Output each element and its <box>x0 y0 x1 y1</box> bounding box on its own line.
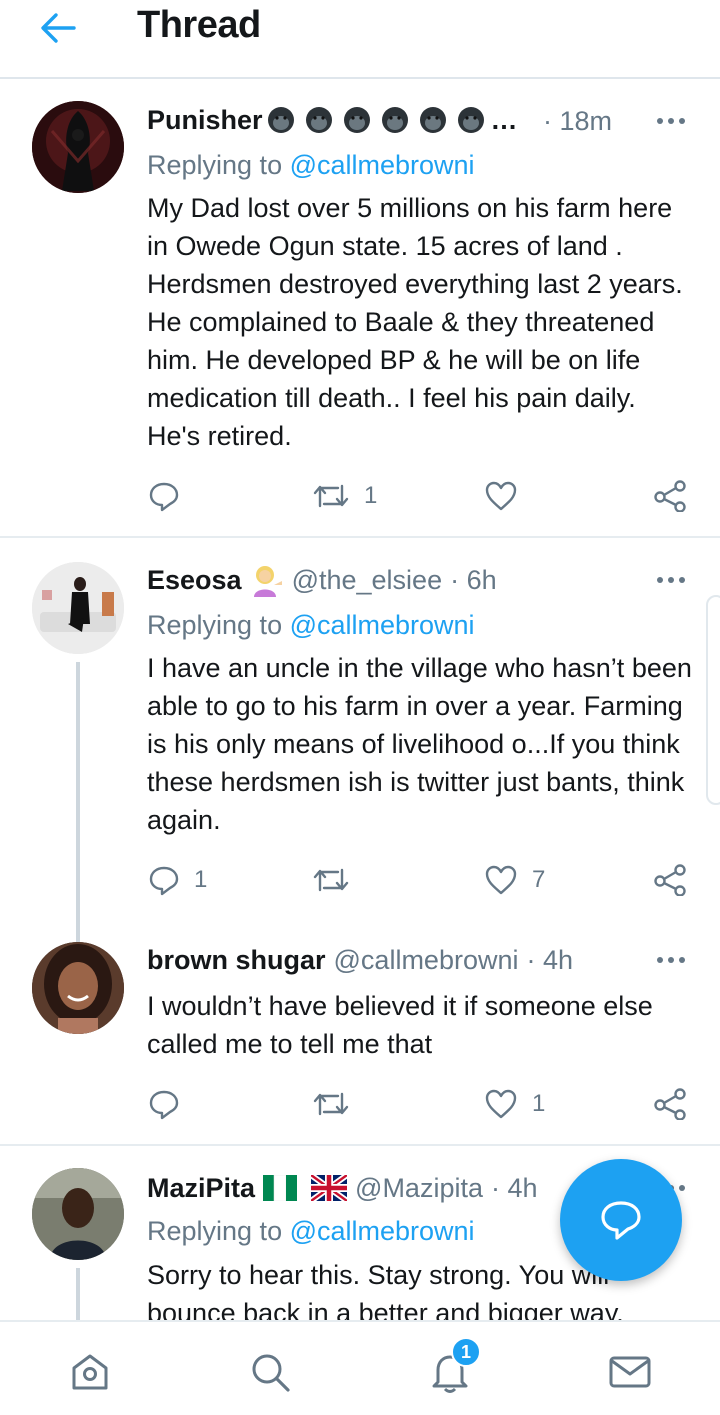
more-options-icon[interactable] <box>655 954 687 966</box>
share-icon <box>654 480 686 512</box>
share-icon <box>654 1088 686 1120</box>
divider <box>0 1144 720 1146</box>
retweet-button[interactable]: 1 <box>312 476 377 516</box>
gorilla-emoji-row <box>263 106 485 134</box>
nigeria-flag-icon <box>263 1175 298 1201</box>
heart-icon <box>485 481 517 511</box>
share-icon <box>654 864 686 896</box>
arrow-left-icon[interactable] <box>38 10 78 46</box>
notification-badge: 1 <box>451 1337 481 1367</box>
divider <box>0 536 720 538</box>
tweet-text: I wouldn’t have believed it if someone e… <box>147 991 653 1059</box>
gorilla-icon <box>343 107 370 133</box>
display-name[interactable]: Punisher <box>147 105 263 136</box>
reply-count: 1 <box>194 866 208 893</box>
page-title: Thread <box>137 4 261 46</box>
tweet-actions: 1 <box>0 1084 720 1124</box>
edge-scroll-tab[interactable] <box>706 595 720 805</box>
share-button[interactable] <box>653 476 687 516</box>
reply-bubble-icon <box>601 1201 641 1240</box>
reply-button[interactable]: 1 <box>148 860 207 900</box>
search-icon[interactable] <box>248 1350 292 1394</box>
like-count: 1 <box>532 1090 546 1117</box>
tweet-actions: 1 7 <box>0 860 720 900</box>
gorilla-icon <box>419 107 446 133</box>
retweet-icon <box>313 1092 349 1116</box>
uk-flag-icon <box>311 1175 348 1201</box>
more-options-icon[interactable] <box>655 115 687 127</box>
avatar[interactable] <box>32 942 124 1034</box>
gorilla-icon <box>457 107 484 133</box>
display-name[interactable]: Eseosa <box>147 565 242 596</box>
avatar[interactable] <box>32 1168 124 1260</box>
woman-tipping-hand-emoji-icon <box>253 566 282 597</box>
compose-reply-button[interactable] <box>560 1159 682 1281</box>
avatar[interactable] <box>32 562 124 654</box>
timestamp[interactable]: · 6h <box>450 565 497 596</box>
heart-icon <box>485 1089 517 1119</box>
like-button[interactable]: 7 <box>484 860 545 900</box>
name-ellipsis: … <box>490 104 518 135</box>
tweet-header: Punisher … <box>147 100 518 140</box>
timestamp[interactable]: · 4h <box>526 945 573 976</box>
heart-icon <box>485 865 517 895</box>
retweet-icon <box>313 868 349 892</box>
messages-icon[interactable] <box>608 1350 652 1394</box>
reply-button[interactable] <box>148 1084 180 1124</box>
reply-icon <box>149 482 179 512</box>
tweet-header: MaziPita @Mazipita · 4h <box>147 1168 538 1208</box>
timestamp[interactable]: · 4h <box>491 1173 538 1204</box>
gorilla-icon <box>267 107 294 133</box>
gorilla-icon <box>305 107 332 133</box>
replying-to: Replying to @callmebrowni <box>147 610 475 641</box>
like-count: 7 <box>532 866 546 893</box>
retweet-count: 1 <box>364 482 378 509</box>
replying-to-prefix: Replying to <box>147 150 290 180</box>
user-handle[interactable]: @Mazipita <box>355 1173 483 1204</box>
home-icon[interactable] <box>68 1350 112 1394</box>
like-button[interactable] <box>484 476 518 516</box>
user-handle[interactable]: @callmebrowni <box>334 945 519 976</box>
mention-link[interactable]: @callmebrowni <box>290 150 475 180</box>
retweet-icon <box>313 484 349 508</box>
timestamp[interactable]: · 18m <box>543 106 612 137</box>
user-handle[interactable]: @the_elsiee <box>292 565 443 596</box>
retweet-button[interactable] <box>312 860 350 900</box>
like-button[interactable]: 1 <box>484 1084 545 1124</box>
thread-feed[interactable]: Punisher … · 18m Replying to @callmebrow… <box>0 80 720 1320</box>
tweet-header: brown shugar @callmebrowni · 4h <box>147 940 573 980</box>
tweet-header: Eseosa @the_elsiee · 6h <box>147 560 497 600</box>
avatar[interactable] <box>32 101 124 193</box>
display-name[interactable]: MaziPita <box>147 1173 255 1204</box>
reply-icon <box>149 866 179 896</box>
tweet-text: My Dad lost over 5 millions on his farm … <box>147 193 683 451</box>
replying-to-prefix: Replying to <box>147 1216 290 1246</box>
display-name[interactable]: brown shugar <box>147 945 326 976</box>
mention-link[interactable]: @callmebrowni <box>290 610 475 640</box>
top-bar: Thread <box>0 0 720 79</box>
mention-link[interactable]: @callmebrowni <box>290 1216 475 1246</box>
bottom-navigation <box>0 1320 720 1415</box>
retweet-button[interactable] <box>312 1084 350 1124</box>
more-options-icon[interactable] <box>655 574 687 586</box>
gorilla-icon <box>381 107 408 133</box>
share-button[interactable] <box>653 860 687 900</box>
replying-to: Replying to @callmebrowni <box>147 1216 475 1247</box>
tweet-actions: 1 <box>0 476 720 516</box>
reply-icon <box>149 1090 179 1120</box>
replying-to-prefix: Replying to <box>147 610 290 640</box>
tweet-text: I have an uncle in the village who hasn’… <box>147 653 692 835</box>
reply-button[interactable] <box>148 476 180 516</box>
replying-to: Replying to @callmebrowni <box>147 150 475 181</box>
share-button[interactable] <box>653 1084 687 1124</box>
thread-connector <box>76 1268 80 1320</box>
